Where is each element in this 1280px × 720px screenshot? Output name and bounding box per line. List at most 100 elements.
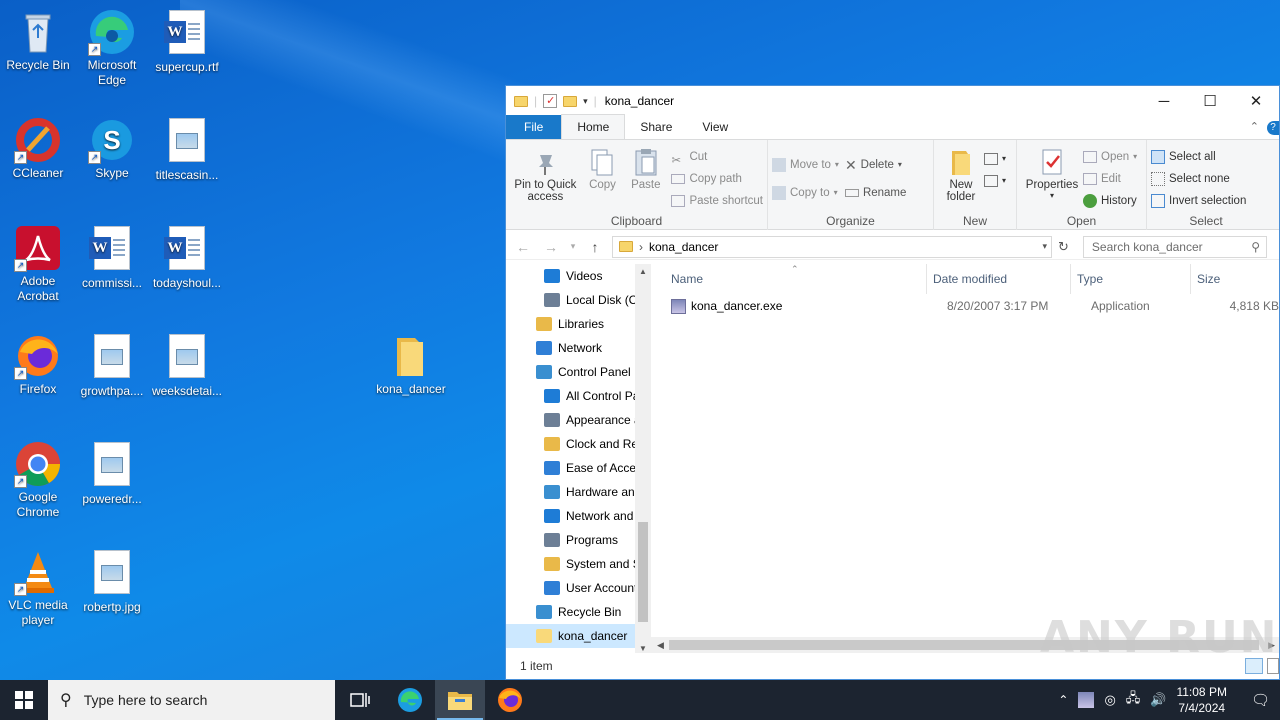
tree-item[interactable]: Network and Ir	[506, 504, 651, 528]
taskbar-edge[interactable]	[385, 680, 435, 720]
up-button[interactable]: ↑	[584, 239, 606, 255]
minimize-button[interactable]: ─	[1141, 86, 1187, 116]
file-row[interactable]: kona_dancer.exe 8/20/2007 3:17 PM Applic…	[651, 294, 1279, 318]
tree-item[interactable]: User Accounts	[506, 576, 651, 600]
paste-shortcut-button[interactable]: Paste shortcut	[671, 190, 763, 212]
volume-icon[interactable]: 🔊	[1150, 692, 1166, 708]
new-folder-button[interactable]: New folder	[941, 144, 981, 203]
tree-item[interactable]: Programs	[506, 528, 651, 552]
maximize-button[interactable]: ☐	[1187, 86, 1233, 116]
paste-icon	[631, 147, 661, 177]
tab-home[interactable]: Home	[561, 114, 626, 139]
tree-item[interactable]: Control Panel	[506, 360, 651, 384]
desktop-icon-firefox[interactable]: ↗ Firefox	[0, 332, 76, 397]
properties-qa-icon[interactable]: ✓	[543, 94, 558, 108]
tab-share[interactable]: Share	[625, 115, 687, 139]
tree-item[interactable]: Hardware and	[506, 480, 651, 504]
close-button[interactable]: ✕	[1233, 86, 1279, 116]
meet-now-icon[interactable]: ◎	[1104, 692, 1115, 708]
tree-item[interactable]: Clock and Regi	[506, 432, 651, 456]
delete-button[interactable]: ✕ Delete ▾	[845, 154, 906, 176]
show-hidden-icons-icon[interactable]: ⌃	[1058, 693, 1068, 707]
tree-item[interactable]: kona_dancer	[506, 624, 651, 648]
tab-file[interactable]: File	[506, 115, 562, 139]
tree-item[interactable]: All Control Par	[506, 384, 651, 408]
desktop-icon-robertp[interactable]: robertp.jpg	[74, 548, 150, 615]
back-button[interactable]: ←	[512, 239, 534, 255]
app-tray-icon[interactable]	[1078, 692, 1095, 708]
tree-item[interactable]: Recycle Bin	[506, 600, 651, 624]
history-label: History	[1101, 195, 1137, 207]
tree-item[interactable]: System and Sec	[506, 552, 651, 576]
copy-path-button[interactable]: Copy path	[671, 168, 763, 190]
new-item-button[interactable]: ▾	[984, 148, 1006, 170]
network-icon[interactable]: 🖧	[1126, 689, 1141, 711]
copy-to-button[interactable]: Copy to ▾	[772, 182, 839, 204]
desktop-icon-vlc[interactable]: ↗ VLC media player	[0, 548, 76, 628]
recent-locations-button[interactable]: ▾	[568, 241, 578, 252]
notifications-icon[interactable]: 🗨	[1251, 691, 1270, 709]
open-button[interactable]: Open ▾	[1083, 146, 1137, 168]
tree-item[interactable]: Ease of Access	[506, 456, 651, 480]
copy-button[interactable]: Copy	[584, 144, 621, 212]
column-date-modified[interactable]: Date modified	[927, 264, 1071, 294]
column-type[interactable]: Type	[1071, 264, 1191, 294]
desktop-icon-poweredr[interactable]: poweredr...	[74, 440, 150, 507]
address-dropdown-icon[interactable]: ▾	[1042, 241, 1051, 252]
desktop-icon-edge[interactable]: ↗ Microsoft Edge	[74, 8, 150, 88]
rename-button[interactable]: Rename	[844, 182, 906, 204]
desktop-icon-commissi[interactable]: W commissi...	[74, 224, 150, 291]
desktop-icon-chrome[interactable]: ↗ Google Chrome	[0, 440, 76, 520]
edge-icon	[398, 688, 422, 712]
column-size[interactable]: Size	[1191, 264, 1261, 294]
clock[interactable]: 11:08 PM 7/4/2024	[1176, 684, 1226, 716]
nav-scrollbar[interactable]: ▲ ▼	[635, 264, 651, 653]
move-to-button[interactable]: Move to ▾	[772, 154, 839, 176]
tree-item[interactable]: Libraries	[506, 312, 651, 336]
paste-button[interactable]: Paste	[627, 144, 664, 212]
desktop-icon-ccleaner[interactable]: ↗ CCleaner	[0, 116, 76, 181]
desktop-icon-skype[interactable]: S ↗ Skype	[74, 116, 150, 181]
tree-item[interactable]: Local Disk (C:)	[506, 288, 651, 312]
firefox-icon: ↗	[14, 332, 62, 380]
tree-item[interactable]: Appearance an	[506, 408, 651, 432]
select-none-button[interactable]: Select none	[1151, 168, 1261, 190]
desktop-icon-recycle-bin[interactable]: Recycle Bin	[0, 8, 76, 73]
cut-button[interactable]: ✂ Cut	[671, 146, 763, 168]
properties-button[interactable]: Properties ▾	[1024, 144, 1080, 212]
taskbar-search[interactable]: ⚲ Type here to search	[48, 680, 335, 720]
nav-scrollbar-thumb[interactable]	[638, 522, 648, 622]
refresh-icon[interactable]: ↻	[1058, 239, 1069, 255]
select-all-button[interactable]: Select all	[1151, 146, 1261, 168]
help-icon[interactable]: ?	[1267, 121, 1279, 135]
search-input[interactable]: Search kona_dancer ⚲	[1082, 235, 1267, 258]
desktop-icon-kona-dancer[interactable]: kona_dancer	[373, 332, 449, 397]
column-name[interactable]: Name	[651, 264, 927, 294]
tree-item[interactable]: Network	[506, 336, 651, 360]
pin-quick-access-button[interactable]: Pin to Quick access	[513, 144, 578, 212]
select-all-icon	[1151, 150, 1165, 164]
taskbar-firefox[interactable]	[485, 680, 535, 720]
desktop-icon-acrobat[interactable]: ↗ Adobe Acrobat	[0, 224, 76, 304]
easy-access-button[interactable]: ▾	[984, 170, 1006, 192]
new-folder-qa-icon[interactable]	[563, 95, 578, 107]
desktop-icon-todayshoul[interactable]: W todayshoul...	[149, 224, 225, 291]
tab-view[interactable]: View	[687, 115, 743, 139]
desktop-icon-supercup[interactable]: W supercup.rtf	[149, 8, 225, 75]
customize-qa-icon[interactable]: ▾	[583, 96, 588, 107]
folder-icon	[387, 332, 435, 380]
task-view-button[interactable]	[335, 680, 385, 720]
edit-button[interactable]: Edit	[1083, 168, 1137, 190]
taskbar-file-explorer[interactable]	[435, 680, 485, 720]
breadcrumb[interactable]: kona_dancer	[649, 240, 718, 254]
history-button[interactable]: History	[1083, 190, 1137, 212]
invert-selection-button[interactable]: Invert selection	[1151, 190, 1261, 212]
collapse-ribbon-icon[interactable]: ⌃	[1250, 120, 1259, 133]
desktop-icon-titlescasin[interactable]: titlescasin...	[149, 116, 225, 183]
start-button[interactable]	[0, 680, 48, 720]
desktop-icon-growthpa[interactable]: growthpa....	[74, 332, 150, 399]
forward-button[interactable]: →	[540, 239, 562, 255]
desktop-icon-weeksdetai[interactable]: weeksdetai...	[149, 332, 225, 399]
tree-item[interactable]: Videos	[506, 264, 651, 288]
address-bar[interactable]: › kona_dancer ▾	[612, 235, 1052, 258]
